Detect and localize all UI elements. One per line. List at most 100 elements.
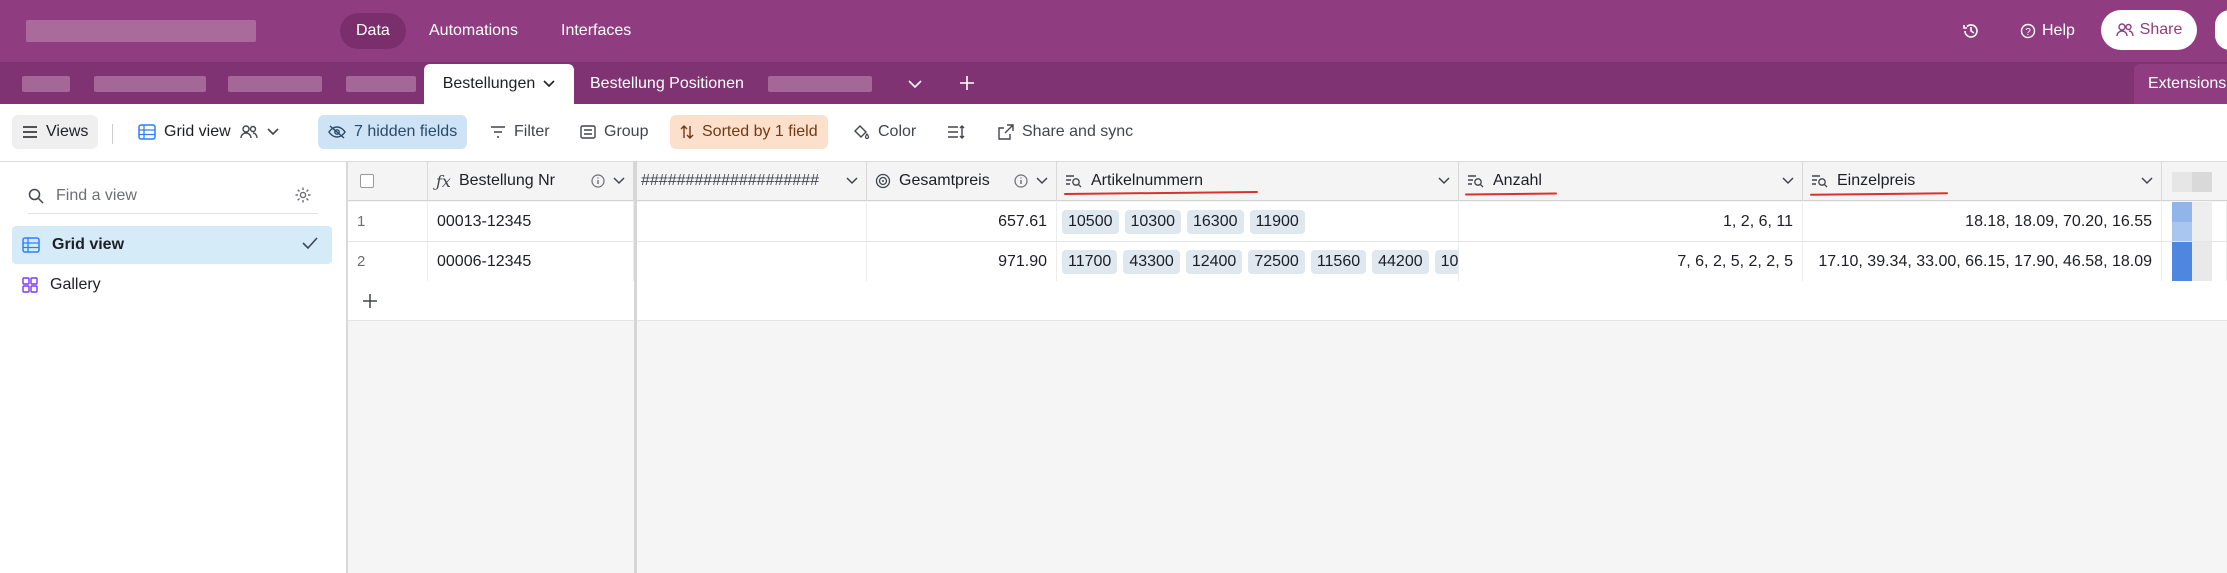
chevron-down-icon[interactable]: [2141, 177, 2153, 185]
filter-button[interactable]: Filter: [480, 115, 560, 149]
account-avatar[interactable]: [2215, 10, 2227, 50]
cell-hidden[interactable]: [637, 202, 867, 242]
sort-button[interactable]: Sorted by 1 field: [670, 115, 828, 149]
cell-artikelnummern[interactable]: 10500 10300 16300 11900: [1057, 202, 1459, 242]
sidebar-item-gallery[interactable]: Gallery: [12, 266, 332, 304]
history-button[interactable]: [1962, 13, 1980, 49]
view-switcher[interactable]: Grid view: [128, 115, 289, 149]
add-table-icon[interactable]: [958, 74, 976, 92]
tab-blurred-3[interactable]: [228, 76, 322, 92]
column-header-bestellung-nr[interactable]: ƒx Bestellung Nr: [428, 162, 634, 201]
cell-gesamtpreis[interactable]: 971.90: [867, 242, 1057, 282]
add-record-row-right[interactable]: [637, 281, 2227, 321]
help-button[interactable]: ? Help: [2020, 13, 2075, 49]
lookup-icon: [1812, 175, 1828, 188]
sidebar-item-label: Grid view: [52, 236, 125, 253]
chevron-down-icon[interactable]: [846, 177, 858, 185]
column-label: Bestellung Nr: [458, 172, 555, 189]
table-row[interactable]: 1 00013-12345 657.61 10500 10300 16300 1…: [348, 202, 2227, 242]
eye-off-icon: [328, 125, 346, 139]
formula-icon: ƒx: [436, 171, 451, 191]
gallery-icon: [22, 277, 38, 293]
column-header-blurred[interactable]: [2162, 162, 2227, 201]
chevron-down-icon[interactable]: [1782, 177, 1794, 185]
nav-data[interactable]: Data: [340, 13, 406, 49]
tab-blurred-5[interactable]: [768, 76, 872, 92]
column-header-gesamtpreis[interactable]: Gesamtpreis: [867, 162, 1057, 201]
views-sidebar: Find a view Grid view Gallery: [0, 162, 348, 573]
add-icon[interactable]: [362, 293, 378, 309]
tab-blurred-4[interactable]: [346, 76, 416, 92]
artikel-chip: 10500: [1062, 209, 1119, 234]
column-label: Einzelpreis: [1837, 172, 1916, 189]
collaborators-icon: [239, 125, 258, 139]
cell-einzelpreis[interactable]: 17.10, 39.34, 33.00, 66.15, 17.90, 46.58…: [1803, 242, 2162, 282]
table-row[interactable]: 2 00006-12345 971.90 11700 43300 12400 7…: [348, 242, 2227, 282]
artikel-chip: 43300: [1123, 249, 1180, 274]
sorted-label: Sorted by 1 field: [702, 123, 818, 140]
artikel-chip: 44200: [1372, 249, 1429, 274]
select-all-header[interactable]: [348, 162, 428, 201]
add-record-row[interactable]: [348, 281, 634, 321]
artikel-chip: 11560: [1310, 249, 1367, 274]
frozen-column-divider[interactable]: [634, 162, 637, 573]
share-sync-button[interactable]: Share and sync: [988, 115, 1143, 149]
info-icon[interactable]: [1014, 174, 1028, 188]
color-button[interactable]: Color: [842, 115, 926, 149]
tab-bestellungen[interactable]: Bestellungen: [424, 64, 574, 104]
history-icon: [1963, 24, 1978, 38]
chevron-down-icon[interactable]: [908, 80, 922, 88]
cell-blurred[interactable]: [2162, 202, 2227, 242]
chevron-down-icon[interactable]: [613, 177, 625, 185]
cell-anzahl[interactable]: 1, 2, 6, 11: [1459, 202, 1803, 242]
sidebar-item-grid-view[interactable]: Grid view: [12, 226, 332, 264]
tab-bestellungen-label: Bestellungen: [442, 75, 536, 92]
blurred-pixel: [2172, 242, 2192, 281]
nav-interfaces[interactable]: Interfaces: [545, 13, 647, 49]
column-header-hidden[interactable]: ####################: [637, 162, 867, 201]
group-button[interactable]: Group: [570, 115, 658, 149]
column-label: Gesamtpreis: [899, 172, 990, 189]
find-view-input[interactable]: Find a view: [28, 178, 318, 214]
cell-einzelpreis[interactable]: 18.18, 18.09, 70.20, 16.55: [1803, 202, 2162, 242]
cell-blurred[interactable]: [2162, 242, 2227, 282]
cell-hidden[interactable]: [637, 242, 867, 282]
toolbar-divider: [112, 124, 113, 144]
hidden-fields-button[interactable]: 7 hidden fields: [318, 115, 468, 149]
cell-artikelnummern[interactable]: 11700 43300 12400 72500 11560 44200 1030…: [1057, 242, 1459, 282]
svg-text:?: ?: [2025, 27, 2031, 38]
cell-bestellung-nr[interactable]: 00006-12345: [428, 242, 634, 282]
data-grid: ƒx Bestellung Nr #################### Ge…: [348, 162, 2227, 573]
artikel-chip: 10300: [1434, 249, 1458, 274]
blurred-pixel: [2192, 242, 2212, 281]
share-button[interactable]: Share: [2101, 10, 2197, 50]
row-height-button[interactable]: [937, 115, 975, 149]
chevron-down-icon[interactable]: [1036, 177, 1048, 185]
group-icon: [580, 125, 596, 139]
artikel-chip: 12400: [1185, 249, 1243, 274]
tab-bestellung-positionen[interactable]: Bestellung Positionen: [590, 64, 744, 104]
group-label: Group: [604, 123, 649, 140]
chevron-down-icon[interactable]: [543, 80, 555, 88]
nav-automations[interactable]: Automations: [413, 13, 534, 49]
select-all-checkbox[interactable]: [360, 174, 374, 188]
column-header-anzahl[interactable]: Anzahl: [1459, 162, 1803, 201]
base-name-blurred[interactable]: [26, 20, 256, 42]
tab-blurred-2[interactable]: [94, 76, 206, 92]
extensions-tab[interactable]: Extensions: [2134, 64, 2227, 104]
cell-bestellung-nr[interactable]: 00013-12345: [428, 202, 634, 242]
blurred-pixel: [2192, 172, 2212, 192]
cell-gesamtpreis[interactable]: 657.61: [867, 202, 1057, 242]
find-view-placeholder: Find a view: [56, 186, 137, 204]
gear-icon[interactable]: [294, 186, 312, 204]
column-label: Anzahl: [1493, 172, 1542, 189]
info-icon[interactable]: [591, 174, 605, 188]
cell-anzahl[interactable]: 7, 6, 2, 5, 2, 2, 5: [1459, 242, 1803, 282]
artikel-chip: 10300: [1124, 209, 1181, 234]
chevron-down-icon[interactable]: [1438, 177, 1450, 185]
share-sync-label: Share and sync: [1022, 123, 1134, 140]
column-header-artikelnummern[interactable]: Artikelnummern: [1057, 162, 1459, 201]
row-index: 2: [348, 242, 428, 282]
tab-blurred-1[interactable]: [22, 76, 70, 92]
views-toggle-button[interactable]: Views: [12, 115, 99, 149]
